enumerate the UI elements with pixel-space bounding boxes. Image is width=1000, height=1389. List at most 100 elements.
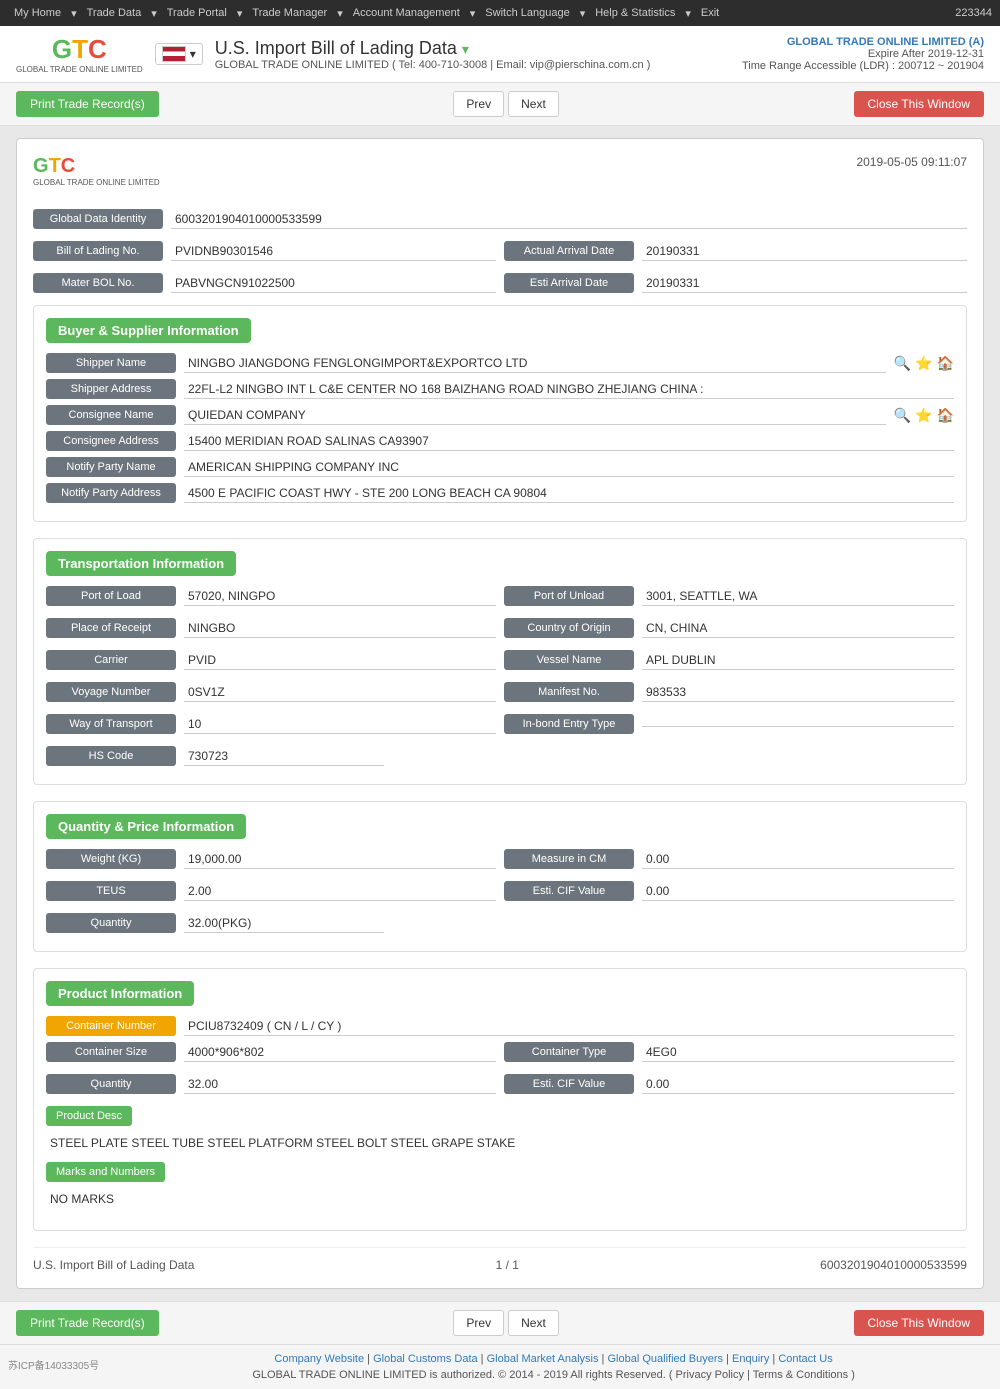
shipper-name-value: NINGBO JIANGDONG FENGLONGIMPORT&EXPORTCO… — [184, 354, 886, 373]
prev-button-top[interactable]: Prev — [453, 91, 504, 117]
ldr-range: Time Range Accessible (LDR) : 200712 ~ 2… — [742, 60, 984, 72]
quantity-label: Quantity — [46, 913, 176, 933]
nav-trade-manager[interactable]: Trade Manager — [246, 3, 333, 23]
print-button-top[interactable]: Print Trade Record(s) — [16, 91, 159, 117]
nav-trade-portal[interactable]: Trade Portal — [161, 3, 233, 23]
nav-help-statistics[interactable]: Help & Statistics — [589, 3, 681, 23]
shipper-search-icon[interactable]: 🔍 — [894, 355, 911, 372]
next-button-bottom[interactable]: Next — [508, 1310, 559, 1336]
footer-global-customs[interactable]: Global Customs Data — [373, 1353, 478, 1365]
prev-button-bottom[interactable]: Prev — [453, 1310, 504, 1336]
footer-global-market[interactable]: Global Market Analysis — [487, 1353, 599, 1365]
product-qty-cif-row: Quantity 32.00 Esti. CIF Value 0.00 — [46, 1074, 954, 1100]
consignee-star-icon[interactable]: ⭐ — [915, 407, 932, 424]
shipper-name-row: Shipper Name NINGBO JIANGDONG FENGLONGIM… — [46, 353, 954, 373]
close-button-bottom[interactable]: Close This Window — [854, 1310, 984, 1336]
inbond-value — [642, 722, 954, 727]
container-type-value: 4EG0 — [642, 1043, 954, 1062]
footer-links: Company Website | Global Customs Data | … — [115, 1353, 992, 1365]
page-title: U.S. Import Bill of Lading Data ▾ — [215, 38, 651, 59]
shipper-address-row: Shipper Address 22FL-L2 NINGBO INT L C&E… — [46, 379, 954, 399]
carrier-label: Carrier — [46, 650, 176, 670]
header-subtitle: GLOBAL TRADE ONLINE LIMITED ( Tel: 400-7… — [215, 59, 651, 71]
container-type-field: Container Type 4EG0 — [504, 1042, 954, 1062]
global-data-identity-value: 6003201904010000533599 — [171, 210, 967, 229]
vessel-name-value: APL DUBLIN — [642, 651, 954, 670]
nav-switch-language[interactable]: Switch Language — [479, 3, 575, 23]
flag-selector[interactable]: ▾ — [155, 43, 203, 65]
shipper-address-label: Shipper Address — [46, 379, 176, 399]
shipper-star-icon[interactable]: ⭐ — [915, 355, 932, 372]
country-origin-field: Country of Origin CN, CHINA — [504, 618, 954, 638]
marks-label: Marks and Numbers — [46, 1162, 165, 1182]
manifest-field: Manifest No. 983533 — [504, 682, 954, 702]
bol-no-field: Bill of Lading No. PVIDNB90301546 — [33, 241, 496, 261]
nav-exit[interactable]: Exit — [695, 3, 725, 23]
quantity-price-section: Quantity & Price Information Weight (KG)… — [33, 801, 967, 952]
footer-enquiry[interactable]: Enquiry — [732, 1353, 769, 1365]
quantity-row: Quantity 32.00(PKG) — [46, 913, 954, 933]
esti-arrival-value: 20190331 — [642, 274, 967, 293]
consignee-address-label: Consignee Address — [46, 431, 176, 451]
esti-cif-value: 0.00 — [642, 882, 954, 901]
footer-copyright: GLOBAL TRADE ONLINE LIMITED is authorize… — [115, 1369, 992, 1381]
port-unload-label: Port of Unload — [504, 586, 634, 606]
product-desc-row: Product Desc STEEL PLATE STEEL TUBE STEE… — [46, 1106, 954, 1154]
footer-global-buyers[interactable]: Global Qualified Buyers — [607, 1353, 723, 1365]
logo-subtitle: GLOBAL TRADE ONLINE LIMITED — [16, 65, 143, 74]
next-button-top[interactable]: Next — [508, 91, 559, 117]
quantity-price-title: Quantity & Price Information — [46, 814, 246, 839]
product-quantity-label: Quantity — [46, 1074, 176, 1094]
company-name[interactable]: GLOBAL TRADE ONLINE LIMITED (A) — [742, 36, 984, 48]
logo: GTC GLOBAL TRADE ONLINE LIMITED — [16, 34, 143, 74]
notify-party-name-row: Notify Party Name AMERICAN SHIPPING COMP… — [46, 457, 954, 477]
notify-party-address-value: 4500 E PACIFIC COAST HWY - STE 200 LONG … — [184, 484, 954, 503]
nav-my-home[interactable]: My Home — [8, 3, 67, 23]
footer-company-website[interactable]: Company Website — [274, 1353, 364, 1365]
product-info-title: Product Information — [46, 981, 194, 1006]
notify-party-name-value: AMERICAN SHIPPING COMPANY INC — [184, 458, 954, 477]
consignee-address-row: Consignee Address 15400 MERIDIAN ROAD SA… — [46, 431, 954, 451]
close-button-top[interactable]: Close This Window — [854, 91, 984, 117]
container-number-row: Container Number PCIU8732409 ( CN / L / … — [46, 1016, 954, 1036]
notify-party-address-label: Notify Party Address — [46, 483, 176, 503]
nav-account-management[interactable]: Account Management — [347, 3, 466, 23]
footer: 苏ICP备14033305号 Company Website | Global … — [0, 1344, 1000, 1389]
consignee-home-icon[interactable]: 🏠 — [937, 407, 954, 424]
vessel-name-label: Vessel Name — [504, 650, 634, 670]
product-quantity-field: Quantity 32.00 — [46, 1074, 496, 1094]
bol-no-label: Bill of Lading No. — [33, 241, 163, 261]
esti-cif-field: Esti. CIF Value 0.00 — [504, 881, 954, 901]
shipper-name-label: Shipper Name — [46, 353, 176, 373]
nav-menu: My Home▾ Trade Data▾ Trade Portal▾ Trade… — [8, 3, 725, 23]
title-dropdown-icon[interactable]: ▾ — [462, 41, 469, 57]
place-receipt-value: NINGBO — [184, 619, 496, 638]
bottom-toolbar: Print Trade Record(s) Prev Next Close Th… — [0, 1301, 1000, 1344]
vessel-name-field: Vessel Name APL DUBLIN — [504, 650, 954, 670]
card-timestamp: 2019-05-05 09:11:07 — [856, 155, 967, 169]
measure-label: Measure in CM — [504, 849, 634, 869]
marks-value: NO MARKS — [46, 1188, 954, 1210]
carrier-value: PVID — [184, 651, 496, 670]
footer-contact[interactable]: Contact Us — [778, 1353, 832, 1365]
product-desc-label: Product Desc — [46, 1106, 132, 1126]
container-type-label: Container Type — [504, 1042, 634, 1062]
nav-trade-data[interactable]: Trade Data — [81, 3, 148, 23]
port-row: Port of Load 57020, NINGPO Port of Unloa… — [46, 586, 954, 612]
measure-value: 0.00 — [642, 850, 954, 869]
manifest-value: 983533 — [642, 683, 954, 702]
master-bol-field: Mater BOL No. PABVNGCN91022500 — [33, 273, 496, 293]
shipper-home-icon[interactable]: 🏠 — [937, 355, 954, 372]
print-button-bottom[interactable]: Print Trade Record(s) — [16, 1310, 159, 1336]
weight-value: 19,000.00 — [184, 850, 496, 869]
consignee-search-icon[interactable]: 🔍 — [894, 407, 911, 424]
footer-text-area: Company Website | Global Customs Data | … — [115, 1353, 992, 1381]
card-logo: GTC GLOBAL TRADE ONLINE LIMITED — [33, 155, 160, 187]
card-header: GTC GLOBAL TRADE ONLINE LIMITED 2019-05-… — [33, 155, 967, 187]
icp-text: 苏ICP备14033305号 — [8, 1353, 99, 1372]
hs-code-value: 730723 — [184, 747, 384, 766]
port-unload-value: 3001, SEATTLE, WA — [642, 587, 954, 606]
product-desc-value: STEEL PLATE STEEL TUBE STEEL PLATFORM ST… — [46, 1132, 954, 1154]
account-number: 223344 — [955, 7, 992, 19]
teus-label: TEUS — [46, 881, 176, 901]
